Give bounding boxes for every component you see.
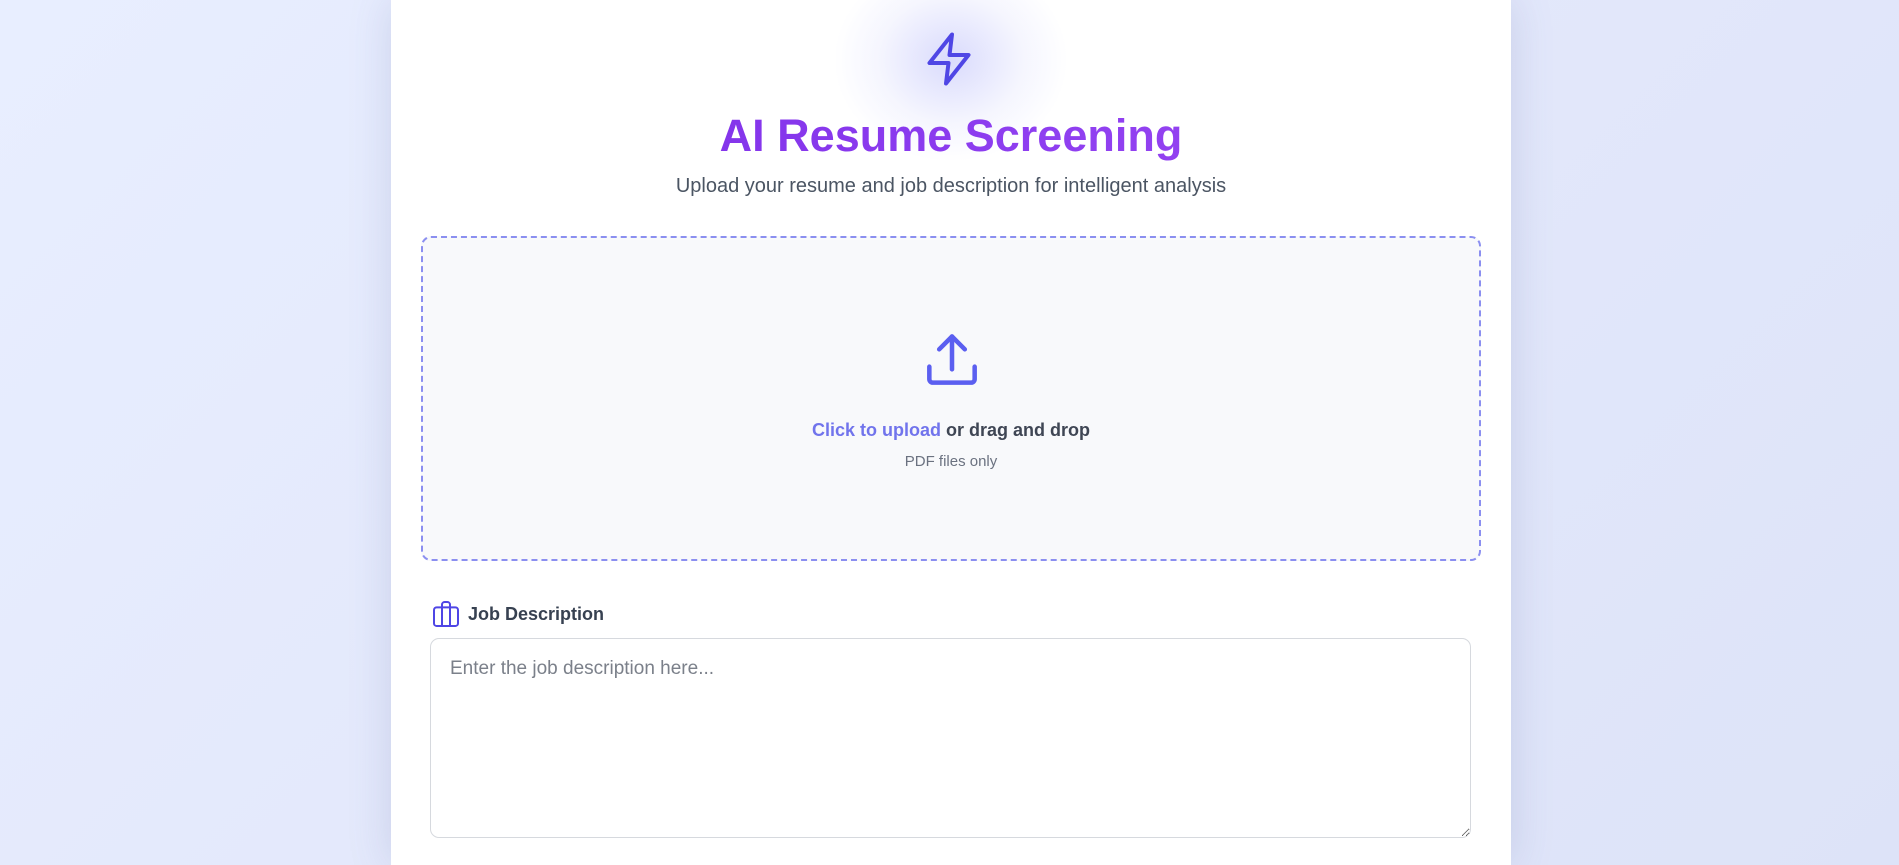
page-title: AI Resume Screening	[391, 108, 1511, 164]
job-description-textarea[interactable]	[430, 638, 1471, 838]
drag-drop-text: or drag and drop	[941, 420, 1091, 440]
briefcase-icon	[433, 601, 459, 627]
upload-icon	[927, 334, 977, 385]
job-description-label-row: Job Description	[430, 598, 604, 630]
page-subtitle: Upload your resume and job description f…	[675, 175, 1227, 197]
click-to-upload-link[interactable]: Click to upload	[812, 420, 941, 440]
upload-instructions: Click to upload or drag and drop	[423, 418, 1479, 442]
main-card: AI Resume Screening Upload your resume a…	[391, 0, 1511, 865]
resume-upload-dropzone[interactable]: Click to upload or drag and drop PDF fil…	[421, 236, 1481, 561]
lightning-bolt-icon	[927, 32, 971, 86]
job-description-label: Job Description	[468, 603, 605, 624]
file-type-hint: PDF files only	[904, 453, 998, 470]
